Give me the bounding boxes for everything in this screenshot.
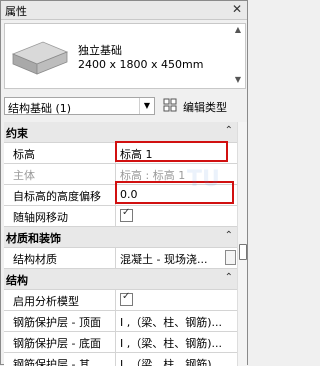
move-with-grids-cell [117,206,237,226]
structural-material-value[interactable]: 混凝土 - 现场浇... [117,248,237,268]
edit-type-label: 编辑类型 [183,101,227,114]
type-selector-value: 结构基础 (1) [8,102,72,115]
panel-title: 属性 [5,5,27,18]
edit-type-icon [163,98,177,112]
chevron-down-icon[interactable]: ▼ [139,98,154,114]
property-name: 结构材质 [4,248,116,268]
analytical-model-cell [117,290,237,310]
category-label: 结构 [6,274,28,287]
collapse-icon[interactable]: ⌃ [225,272,233,283]
row-cover-bottom[interactable]: 钢筋保护层 - 底面 I ,（梁、柱、钢筋)... [4,332,237,353]
row-cover-other[interactable]: 钢筋保护层 - 其... I ,（梁、柱、钢筋)... [4,353,237,366]
scrollbar-thumb[interactable] [239,244,247,260]
footing-thumbnail [11,41,69,75]
property-name: 标高 [4,143,116,163]
property-name: 钢筋保护层 - 底面 [4,332,116,352]
category-structure[interactable]: 结构 ⌃ [4,269,237,290]
property-name: 随轴网移动 [4,206,116,226]
property-name: 主体 [4,164,116,184]
collapse-icon[interactable]: ⌃ [225,125,233,136]
collapse-icon[interactable]: ⌃ [225,230,233,241]
cover-bottom-value[interactable]: I ,（梁、柱、钢筋)... [117,332,237,352]
row-move-with-grids[interactable]: 随轴网移动 [4,206,237,227]
move-with-grids-checkbox[interactable] [120,207,133,222]
row-structural-material[interactable]: 结构材质 混凝土 - 现场浇... [4,248,237,269]
watermark: TU [187,167,220,192]
browse-button[interactable] [225,250,236,265]
scroll-up-icon[interactable]: ▲ [234,26,242,34]
properties-panel: 属性 ✕ 独立基础 2400 x 1800 x 450mm ▲ ▼ 结构基础 (… [0,0,248,366]
row-cover-top[interactable]: 钢筋保护层 - 顶面 I ,（梁、柱、钢筋)... [4,311,237,332]
analytical-model-checkbox[interactable] [120,291,133,306]
category-materials[interactable]: 材质和装饰 ⌃ [4,227,237,248]
cover-top-value[interactable]: I ,（梁、柱、钢筋)... [117,311,237,331]
type-dimensions: 2400 x 1800 x 450mm [78,58,204,71]
type-family-name: 独立基础 [78,44,122,57]
category-label: 材质和装饰 [6,232,61,245]
property-name: 启用分析模型 [4,290,116,310]
scroll-down-icon[interactable]: ▼ [234,76,242,84]
property-name: 自标高的高度偏移 [4,185,116,205]
property-name: 钢筋保护层 - 顶面 [4,311,116,331]
property-scrollbar[interactable] [237,122,247,366]
panel-titlebar: 属性 ✕ [1,1,247,20]
row-analytical-model[interactable]: 启用分析模型 [4,290,237,311]
type-selector-dropdown[interactable]: 结构基础 (1) ▼ [4,97,155,115]
type-preview: 独立基础 2400 x 1800 x 450mm ▲ ▼ [4,23,246,89]
property-name: 钢筋保护层 - 其... [4,353,116,366]
edit-type-button[interactable]: 编辑类型 [161,97,245,115]
level-highlight-box [115,141,228,162]
close-icon[interactable]: ✕ [232,2,242,16]
category-label: 约束 [6,127,28,140]
category-constraints[interactable]: 约束 ⌃ [4,122,237,143]
cover-other-value[interactable]: I ,（梁、柱、钢筋)... [117,353,237,366]
